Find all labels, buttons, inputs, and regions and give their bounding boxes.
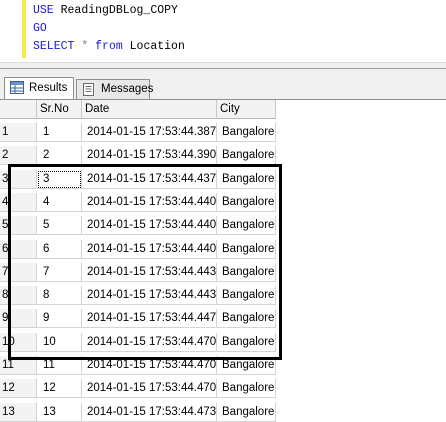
cell-city[interactable]: Bangalore (217, 239, 276, 259)
cell-city[interactable]: Bangalore (217, 123, 276, 142)
row-number[interactable]: 7 (0, 262, 37, 282)
row-number[interactable]: 6 (0, 239, 37, 259)
cell-srno[interactable]: 13 (37, 402, 82, 422)
cell-date[interactable]: 2014-01-15 17:53:44.443 (82, 286, 217, 306)
cell-city[interactable]: Bangalore (217, 402, 276, 422)
cell-date[interactable]: 2014-01-15 17:53:44.437 (82, 169, 217, 189)
grid-header: Sr.No Date City (0, 100, 446, 119)
row-number[interactable]: 3 (0, 169, 37, 189)
table-row[interactable]: 13 13 2014-01-15 17:53:44.473 Bangalore (0, 402, 446, 422)
cell-city[interactable]: Bangalore (217, 216, 276, 236)
row-number[interactable]: 4 (0, 192, 37, 212)
cell-city[interactable]: Bangalore (217, 356, 276, 375)
cell-srno[interactable]: 3 (37, 169, 82, 189)
row-number[interactable]: 10 (0, 332, 37, 352)
cell-date[interactable]: 2014-01-15 17:53:44.440 (82, 239, 217, 259)
code-line-2: GO (33, 22, 47, 35)
row-number[interactable]: 13 (0, 402, 37, 422)
cell-date[interactable]: 2014-01-15 17:53:44.440 (82, 192, 217, 212)
cell-srno[interactable]: 12 (37, 379, 82, 399)
cell-city[interactable]: Bangalore (217, 262, 276, 282)
row-number[interactable]: 11 (0, 356, 37, 375)
column-header-date[interactable]: Date (82, 100, 217, 119)
row-number[interactable]: 9 (0, 309, 37, 329)
cell-srno[interactable]: 11 (37, 356, 82, 375)
cell-srno[interactable]: 8 (37, 286, 82, 306)
table-row[interactable]: 2 2 2014-01-15 17:53:44.390 Bangalore (0, 146, 446, 166)
cell-date[interactable]: 2014-01-15 17:53:44.470 (82, 356, 217, 375)
table-row[interactable]: 8 8 2014-01-15 17:53:44.443 Bangalore (0, 286, 446, 306)
column-header-city[interactable]: City (217, 100, 276, 119)
cell-srno[interactable]: 4 (37, 192, 82, 212)
cell-srno[interactable]: 9 (37, 309, 82, 329)
cell-date[interactable]: 2014-01-15 17:53:44.440 (82, 216, 217, 236)
table-row[interactable]: 12 12 2014-01-15 17:53:44.470 Bangalore (0, 379, 446, 399)
tab-messages-label: Messages (101, 83, 154, 95)
table-row[interactable]: 1 1 2014-01-15 17:53:44.387 Bangalore (0, 123, 446, 142)
cell-city[interactable]: Bangalore (217, 379, 276, 399)
cell-date[interactable]: 2014-01-15 17:53:44.443 (82, 262, 217, 282)
row-number[interactable]: 8 (0, 286, 37, 306)
tab-results-label: Results (29, 82, 68, 94)
cell-date[interactable]: 2014-01-15 17:53:44.387 (82, 123, 217, 142)
cell-srno[interactable]: 1 (37, 123, 82, 142)
row-number[interactable]: 1 (0, 123, 37, 142)
table-row[interactable]: 7 7 2014-01-15 17:53:44.443 Bangalore (0, 262, 446, 282)
row-number[interactable]: 5 (0, 216, 37, 236)
cell-date[interactable]: 2014-01-15 17:53:44.470 (82, 379, 217, 399)
table-row[interactable]: 10 10 2014-01-15 17:53:44.470 Bangalore (0, 332, 446, 352)
cell-date[interactable]: 2014-01-15 17:53:44.473 (82, 402, 217, 422)
cell-date[interactable]: 2014-01-15 17:53:44.470 (82, 332, 217, 352)
results-grid-icon (10, 81, 24, 94)
sql-code[interactable]: USE ReadingDBLog_COPY GO SELECT * from L… (33, 2, 185, 56)
cell-city[interactable]: Bangalore (217, 169, 276, 189)
table-row[interactable]: 6 6 2014-01-15 17:53:44.440 Bangalore (0, 239, 446, 259)
cell-date[interactable]: 2014-01-15 17:53:44.447 (82, 309, 217, 329)
cell-city[interactable]: Bangalore (217, 309, 276, 329)
row-header-corner[interactable] (0, 100, 37, 119)
results-pane: Results Messages Sr.No Date City 1 1 2014-… (0, 68, 446, 422)
messages-icon (83, 83, 94, 96)
results-grid[interactable]: Sr.No Date City 1 1 2014-01-15 17:53:44.38… (0, 99, 446, 422)
cell-srno[interactable]: 2 (37, 146, 82, 166)
row-number[interactable]: 12 (0, 379, 37, 399)
row-number[interactable]: 2 (0, 146, 37, 166)
code-line-1: USE ReadingDBLog_COPY (33, 4, 178, 17)
table-row[interactable]: 4 4 2014-01-15 17:53:44.440 Bangalore (0, 192, 446, 212)
tab-results[interactable]: Results (4, 77, 74, 100)
column-header-srno[interactable]: Sr.No (37, 100, 82, 119)
cell-city[interactable]: Bangalore (217, 332, 276, 352)
table-row[interactable]: 9 9 2014-01-15 17:53:44.447 Bangalore (0, 309, 446, 329)
table-row[interactable]: 11 11 2014-01-15 17:53:44.470 Bangalore (0, 356, 446, 375)
table-row[interactable]: 5 5 2014-01-15 17:53:44.440 Bangalore (0, 216, 446, 236)
modified-lines-marker (22, 0, 26, 58)
cell-srno[interactable]: 10 (37, 332, 82, 352)
table-row[interactable]: 3 3 2014-01-15 17:53:44.437 Bangalore (0, 169, 446, 189)
cell-city[interactable]: Bangalore (217, 146, 276, 166)
tab-messages[interactable]: Messages (76, 79, 154, 99)
query-editor[interactable]: USE ReadingDBLog_COPY GO SELECT * from L… (0, 0, 446, 69)
code-line-3: SELECT * from Location (33, 40, 185, 53)
cell-city[interactable]: Bangalore (217, 192, 276, 212)
cell-srno[interactable]: 7 (37, 262, 82, 282)
cell-city[interactable]: Bangalore (217, 286, 276, 306)
cell-date[interactable]: 2014-01-15 17:53:44.390 (82, 146, 217, 166)
cell-srno[interactable]: 6 (37, 239, 82, 259)
cell-srno[interactable]: 5 (37, 216, 82, 236)
